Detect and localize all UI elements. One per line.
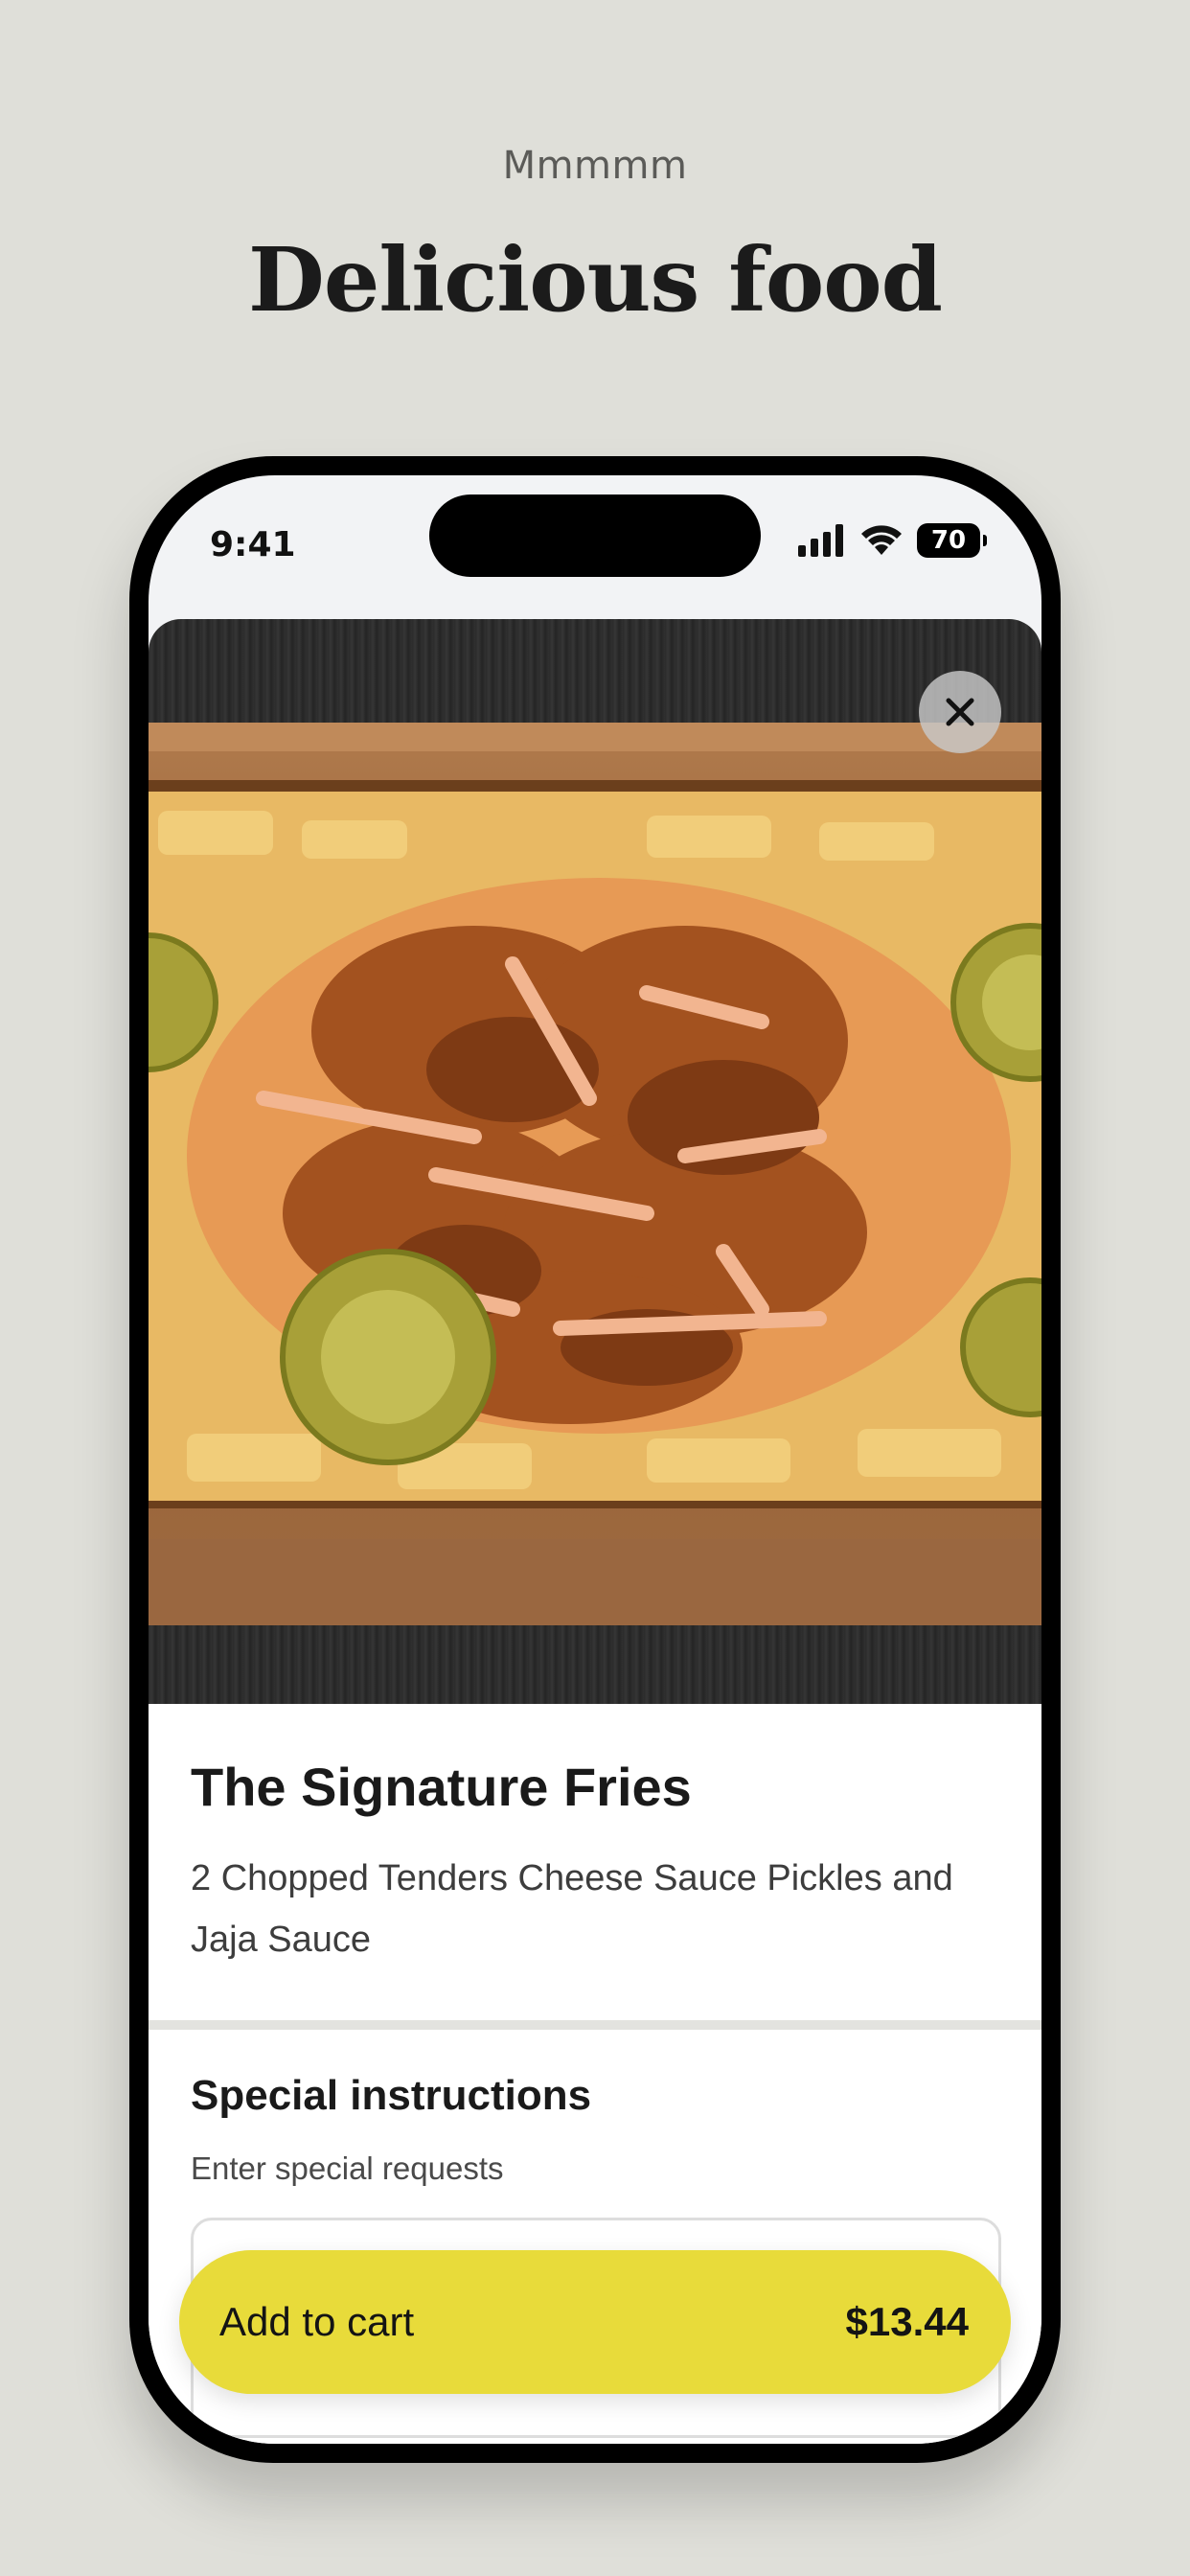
status-bar: 9:41 70 bbox=[149, 475, 1041, 619]
close-icon bbox=[946, 698, 974, 726]
section-divider bbox=[149, 2020, 1041, 2030]
eyebrow-text: Mmmmm bbox=[502, 144, 688, 188]
dynamic-island bbox=[429, 494, 761, 577]
price-label: $13.44 bbox=[845, 2299, 969, 2344]
instructions-subtitle: Enter special requests bbox=[191, 2150, 504, 2186]
add-to-cart-label: Add to cart bbox=[219, 2299, 415, 2344]
battery-icon: 70 bbox=[917, 523, 987, 558]
product-sheet: The Signature Fries 2 Chopped Tenders Ch… bbox=[149, 619, 1041, 2444]
status-icons: 70 bbox=[798, 523, 987, 558]
close-button[interactable] bbox=[919, 671, 1001, 753]
instructions-title: Special instructions bbox=[191, 2072, 592, 2119]
product-title: The Signature Fries bbox=[191, 1757, 692, 1817]
page-headline: Delicious food bbox=[248, 228, 943, 332]
status-time: 9:41 bbox=[210, 525, 296, 564]
phone-screen: 9:41 70 The Signature Fries 2 Chopped Te… bbox=[149, 475, 1041, 2444]
phone-frame: 9:41 70 The Signature Fries 2 Chopped Te… bbox=[129, 456, 1061, 2463]
wifi-icon bbox=[861, 525, 902, 555]
fries-tray-illustration bbox=[149, 723, 1041, 1625]
signal-icon bbox=[798, 524, 843, 557]
add-to-cart-button[interactable]: Add to cart $13.44 bbox=[179, 2250, 1011, 2394]
product-image bbox=[149, 619, 1041, 1704]
product-description: 2 Chopped Tenders Cheese Sauce Pickles a… bbox=[191, 1858, 953, 1960]
